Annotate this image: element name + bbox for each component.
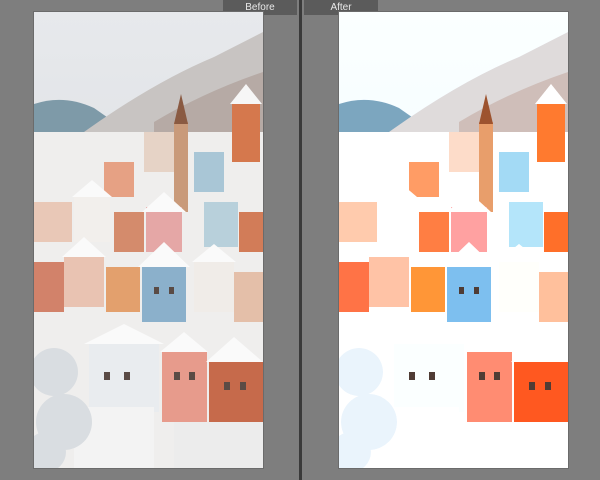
after-image xyxy=(339,12,568,468)
divider[interactable] xyxy=(299,0,302,480)
before-image xyxy=(34,12,263,468)
